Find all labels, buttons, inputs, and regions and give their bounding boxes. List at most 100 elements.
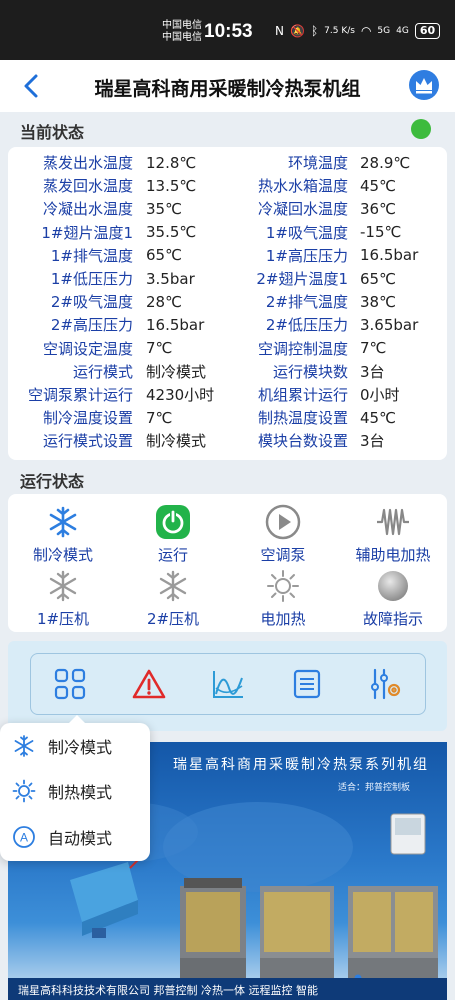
snowflake-icon [14, 735, 34, 757]
snowflake-icon [45, 568, 81, 604]
popup-pointer [68, 715, 86, 724]
sun-icon [265, 568, 301, 604]
parameter-value: 7℃ [146, 408, 173, 427]
banner-subtitle: 适合：邦普控制板 [338, 783, 411, 793]
auto-icon: A [13, 826, 35, 848]
parameter-label: 2#排气温度 [265, 293, 348, 312]
parameter-label: 冷凝回水温度 [257, 200, 348, 219]
parameter-value: 28.9℃ [360, 153, 411, 172]
parameter-row: 空调泵累计运行 4230小时 机组累计运行 0小时 [8, 383, 447, 406]
mode-menu-button[interactable] [50, 664, 90, 704]
parameter-label: 1#排气温度 [50, 246, 133, 265]
parameter-value: 35℃ [146, 199, 182, 218]
parameter-value: 28℃ [146, 292, 182, 311]
parameter-value: 7℃ [146, 339, 173, 358]
parameter-label: 2#低压压力 [265, 316, 348, 335]
parameter-value: -15℃ [360, 223, 402, 242]
parameter-value: 0小时 [360, 385, 400, 404]
parameter-row: 1#低压压力 3.5bar 2#翅片温度1 65℃ [8, 267, 447, 290]
state-fault-indicator: 故障指示 [338, 568, 448, 629]
parameter-value: 16.5bar [360, 246, 419, 265]
power-icon [155, 504, 191, 540]
run-state-label: 运行状态 [20, 472, 85, 491]
parameter-value: 3台 [360, 432, 385, 451]
parameter-label: 空调控制温度 [257, 339, 348, 358]
parameter-label: 空调设定温度 [42, 339, 133, 358]
net-speed: 7.5 K/s [324, 26, 355, 36]
nfc-icon: N [275, 24, 284, 38]
alarm-button[interactable] [129, 664, 169, 704]
heater-icon [375, 504, 411, 540]
alarm-icon [132, 669, 166, 699]
parameter-value: 制冷模式 [146, 362, 207, 381]
parameter-row: 2#高压压力 16.5bar 2#低压压力 3.65bar [8, 313, 447, 336]
state-compressor-2: 2#压机 [118, 568, 228, 629]
state-aux-heater: 辅助电加热 [338, 504, 448, 565]
parameter-label: 运行模式设置 [42, 432, 133, 451]
parameter-row: 制冷温度设置 7℃ 制热温度设置 45℃ [8, 406, 447, 429]
parameter-label: 2#翅片温度1 [256, 270, 348, 289]
state-ac-pump: 空调泵 [228, 504, 338, 565]
signal-5g: 5G [377, 26, 391, 36]
parameter-label: 模块台数设置 [257, 432, 348, 451]
parameter-value: 3台 [360, 362, 385, 381]
svg-text:A: A [20, 831, 28, 845]
parameter-label: 2#高压压力 [50, 316, 133, 335]
parameter-value: 3.5bar [146, 269, 195, 288]
crown-icon [416, 78, 432, 94]
status-bar: 中国电信 中国电信 10:53 N 🔕 ᛒ 7.5 K/s ◠ 5G 4G 60 [0, 0, 455, 60]
list-icon [293, 669, 320, 699]
settings-button[interactable] [366, 664, 406, 704]
parameter-value: 3.65bar [360, 315, 419, 334]
settings-sliders-icon [370, 668, 400, 700]
battery-icon: 60 [414, 23, 441, 39]
run-state-card: 制冷模式 运行 空调泵 辅助电加热 1#压机 2#压机 电加热 故障指示 [8, 494, 447, 632]
parameter-value: 制冷模式 [146, 432, 207, 451]
current-status-label: 当前状态 [20, 123, 85, 142]
parameters-card: 蒸发出水温度 12.8℃ 环境温度 28.9℃ 蒸发回水温度 13.5℃ 热水水箱温度 45℃… [8, 147, 447, 460]
parameter-row: 1#排气温度 65℃ 1#高压压力 16.5bar [8, 244, 447, 267]
parameter-label: 制冷温度设置 [42, 409, 133, 428]
play-icon [265, 504, 301, 540]
parameter-row: 空调设定温度 7℃ 空调控制温度 7℃ [8, 337, 447, 360]
parameter-label: 1#低压压力 [50, 270, 133, 289]
snowflake-icon [155, 568, 191, 604]
parameter-value: 35.5℃ [146, 223, 197, 242]
parameter-row: 蒸发回水温度 13.5℃ 热水水箱温度 45℃ [8, 174, 447, 197]
parameter-label: 空调泵累计运行 [27, 385, 133, 404]
snowflake-icon [45, 504, 81, 540]
parameter-row: 运行模式设置 制冷模式 模块台数设置 3台 [8, 429, 447, 452]
parameter-label: 蒸发回水温度 [42, 177, 133, 196]
chart-button[interactable] [208, 664, 248, 704]
grid-icon [55, 668, 86, 700]
parameter-value: 16.5bar [146, 315, 205, 334]
app-header: 瑞星高科商用采暖制冷热泵机组 [0, 60, 455, 112]
vip-button[interactable] [409, 70, 439, 100]
parameter-value: 4230小时 [146, 385, 215, 404]
parameter-list-button[interactable] [287, 664, 327, 704]
state-cooling-mode: 制冷模式 [8, 504, 118, 565]
menu-item-cooling-mode[interactable]: 制冷模式 [12, 731, 142, 761]
parameter-value: 38℃ [360, 292, 396, 311]
state-electric-heater: 电加热 [228, 568, 338, 629]
state-running: 运行 [118, 504, 228, 565]
wifi-icon: ◠ [360, 24, 372, 38]
carrier-info: 中国电信 中国电信 [162, 20, 202, 43]
page-title: 瑞星高科商用采暖制冷热泵机组 [94, 78, 361, 100]
parameter-row: 冷凝出水温度 35℃ 冷凝回水温度 36℃ [8, 197, 447, 220]
bluetooth-icon: ᛒ [310, 24, 319, 38]
parameter-label: 1#翅片温度1 [41, 223, 133, 242]
bottom-toolbar [30, 653, 426, 715]
parameter-value: 65℃ [360, 269, 396, 288]
parameter-label: 冷凝出水温度 [42, 200, 133, 219]
parameter-value: 7℃ [360, 339, 387, 358]
chart-icon [212, 671, 243, 698]
sun-icon [12, 779, 36, 803]
menu-item-heating-mode[interactable]: 制热模式 [12, 776, 142, 806]
parameter-value: 65℃ [146, 246, 182, 265]
parameter-value: 12.8℃ [146, 153, 197, 172]
parameter-row: 运行模式 制冷模式 运行模块数 3台 [8, 360, 447, 383]
menu-item-auto-mode[interactable]: A 自动模式 [12, 822, 142, 852]
parameter-value: 13.5℃ [146, 176, 197, 195]
parameter-value: 45℃ [360, 408, 396, 427]
